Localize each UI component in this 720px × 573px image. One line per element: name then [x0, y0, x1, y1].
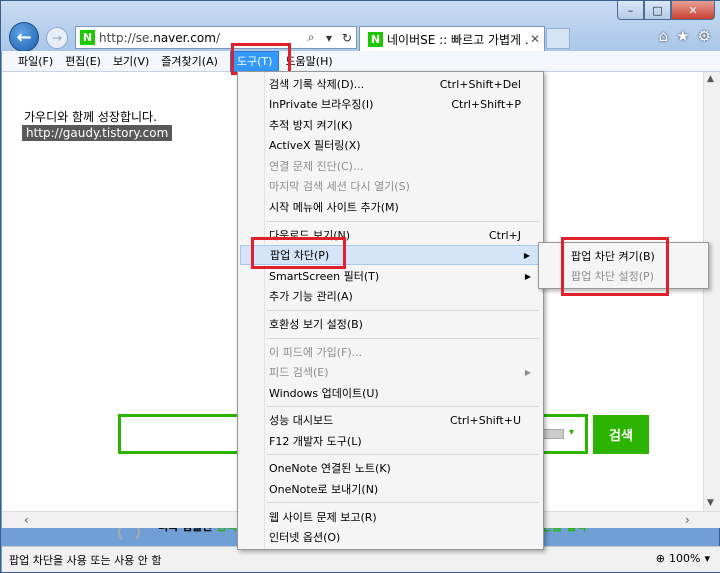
minimize-button[interactable]: –: [617, 1, 644, 20]
highlight-box-submenu: [561, 237, 669, 296]
menu-item-shortcut: Ctrl+J: [488, 228, 521, 242]
title-bar: – □ ✕ ← → N http://se.naver.com/ ⌕ ▾ ↻ N…: [1, 1, 720, 52]
menu-item-internet-options[interactable]: 인터넷 옵션(O): [240, 527, 541, 547]
menu-item-delete-history[interactable]: 검색 기록 삭제(D)... Ctrl+Shift+Del: [240, 74, 541, 94]
menu-item-label: 웹 사이트 문제 보고(R): [269, 511, 377, 524]
vertical-scrollbar[interactable]: ▲ ▼: [703, 72, 720, 528]
menu-item-label: 시작 메뉴에 사이트 추가(M): [269, 201, 399, 214]
menu-item-label: ActiveX 필터링(X): [269, 139, 361, 152]
menu-view[interactable]: 보기(V): [107, 51, 155, 72]
menu-item-label: 성능 대시보드: [269, 414, 334, 427]
close-button[interactable]: ✕: [671, 1, 715, 20]
tab-close-icon[interactable]: ✕: [530, 32, 544, 46]
menu-item-performance-dashboard[interactable]: 성능 대시보드 Ctrl+Shift+U: [240, 410, 541, 430]
menu-item-label: 인터넷 옵션(O): [269, 531, 341, 544]
menu-separator: [267, 406, 539, 407]
menu-separator: [267, 454, 539, 455]
menu-item-label: 검색 기록 삭제(D)...: [269, 78, 365, 91]
menu-item-windows-update[interactable]: Windows 업데이트(U): [240, 383, 541, 403]
search-icon[interactable]: ⌕: [302, 30, 320, 45]
menu-separator: [267, 221, 539, 222]
url-host: naver.com: [153, 30, 216, 45]
menu-edit[interactable]: 편집(E): [59, 51, 107, 72]
menu-item-smartscreen[interactable]: SmartScreen 필터(T) ▶: [240, 266, 541, 286]
menu-item-onenote-linked[interactable]: OneNote 연결된 노트(K): [240, 458, 541, 478]
zoom-level: 100%: [669, 552, 701, 565]
status-text: 팝업 차단을 사용 또는 사용 안 함: [9, 553, 162, 567]
scroll-up-icon[interactable]: ▲: [707, 74, 714, 84]
tab-naver[interactable]: N 네이버SE :: 빠르고 가볍게 ... ✕: [359, 26, 545, 51]
blog-title: 가우디와 함께 성장합니다.: [24, 110, 157, 124]
menu-item-f12-devtools[interactable]: F12 개발자 도구(L): [240, 431, 541, 451]
menu-item-shortcut: Ctrl+Shift+P: [451, 97, 521, 111]
refresh-icon[interactable]: ↻: [338, 31, 356, 45]
naver-search-button[interactable]: 검색: [593, 415, 649, 454]
tab-favicon-icon: N: [368, 31, 383, 47]
menu-item-diagnose: 연결 문제 진단(C)...: [240, 156, 541, 176]
toolbar-icons: ⌂ ★ ⚙: [659, 27, 711, 45]
menu-separator: [267, 338, 539, 339]
tools-gear-icon[interactable]: ⚙: [698, 27, 711, 45]
menu-item-label: F12 개발자 도구(L): [269, 435, 362, 448]
menu-item-label: 추가 기능 관리(A): [269, 290, 353, 303]
menu-item-add-start-menu[interactable]: 시작 메뉴에 사이트 추가(M): [240, 197, 541, 217]
new-tab-button[interactable]: [546, 28, 570, 49]
menu-item-label: OneNote로 보내기(N): [269, 483, 379, 496]
menu-item-label: OneNote 연결된 노트(K): [269, 462, 391, 475]
menu-item-shortcut: Ctrl+Shift+Del: [439, 77, 521, 91]
menu-file[interactable]: 파일(F): [12, 51, 59, 72]
menu-item-inprivate[interactable]: InPrivate 브라우징(I) Ctrl+Shift+P: [240, 94, 541, 114]
menu-item-report-problem[interactable]: 웹 사이트 문제 보고(R): [240, 507, 541, 527]
scroll-down-icon[interactable]: ▼: [707, 498, 714, 508]
url-suffix: /: [215, 30, 220, 45]
scroll-left-icon[interactable]: ‹: [24, 513, 29, 527]
url-prefix: http://se.: [99, 30, 154, 45]
menu-item-label: InPrivate 브라우징(I): [269, 98, 374, 111]
menu-item-label: 이 피드에 가입(F)...: [269, 346, 363, 359]
window-controls: – □ ✕: [617, 1, 715, 20]
menu-item-label: 추적 방지 켜기(K): [269, 119, 353, 132]
forward-button[interactable]: →: [46, 27, 68, 49]
submenu-arrow-icon: ▶: [524, 271, 531, 281]
tools-dropdown-menu: 검색 기록 삭제(D)... Ctrl+Shift+Del InPrivate 브…: [237, 71, 544, 550]
keyboard-dropdown-icon[interactable]: ▾: [569, 427, 574, 438]
favorites-icon[interactable]: ★: [676, 27, 689, 45]
back-button[interactable]: ←: [9, 22, 39, 52]
menu-item-label: 피드 검색(E): [269, 366, 329, 379]
address-bar[interactable]: N http://se.naver.com/ ⌕ ▾ ↻: [75, 26, 357, 49]
submenu-arrow-icon: ▶: [523, 250, 530, 260]
menu-favorites[interactable]: 즐겨찾기(A): [155, 51, 224, 72]
zoom-dropdown-icon[interactable]: ▾: [704, 552, 710, 565]
zoom-icon: ⊕: [655, 552, 666, 565]
naver-favicon-icon: N: [80, 30, 95, 45]
menu-item-onenote-send[interactable]: OneNote로 보내기(N): [240, 479, 541, 499]
home-icon[interactable]: ⌂: [659, 27, 669, 45]
address-dropdown-icon[interactable]: ▾: [320, 31, 338, 45]
menu-item-tracking-protection[interactable]: 추적 방지 켜기(K): [240, 115, 541, 135]
menu-item-manage-addons[interactable]: 추가 기능 관리(A): [240, 286, 541, 306]
menu-item-label: 마지막 검색 세션 다시 열기(S): [269, 180, 410, 193]
menu-item-label: 호환성 보기 설정(B): [269, 318, 363, 331]
scroll-right-icon[interactable]: ›: [685, 513, 690, 527]
menu-item-compat-view[interactable]: 호환성 보기 설정(B): [240, 314, 541, 334]
menu-item-subscribe-feed: 이 피드에 가입(F)...: [240, 342, 541, 362]
menu-item-shortcut: Ctrl+Shift+U: [449, 413, 521, 427]
tab-label: 네이버SE :: 빠르고 가볍게 ...: [387, 32, 530, 47]
menu-item-label: 연결 문제 진단(C)...: [269, 160, 364, 173]
blog-url[interactable]: http://gaudy.tistory.com: [22, 125, 173, 141]
highlight-box-popup-blocker: [251, 237, 346, 269]
menu-item-feed-discovery: 피드 검색(E) ▶: [240, 362, 541, 382]
menu-item-label: SmartScreen 필터(T): [269, 270, 380, 283]
menu-item-label: Windows 업데이트(U): [269, 387, 379, 400]
maximize-button[interactable]: □: [644, 1, 671, 20]
submenu-arrow-icon: ▶: [524, 367, 531, 377]
menu-item-activex-filtering[interactable]: ActiveX 필터링(X): [240, 135, 541, 155]
menu-separator: [267, 310, 539, 311]
menu-bar: 파일(F) 편집(E) 보기(V) 즐겨찾기(A) 도구(T) 도움말(H): [2, 50, 720, 72]
zoom-control[interactable]: ⊕ 100% ▾: [656, 552, 710, 565]
menu-item-reopen-session: 마지막 검색 세션 다시 열기(S): [240, 176, 541, 196]
menu-separator: [267, 502, 539, 503]
